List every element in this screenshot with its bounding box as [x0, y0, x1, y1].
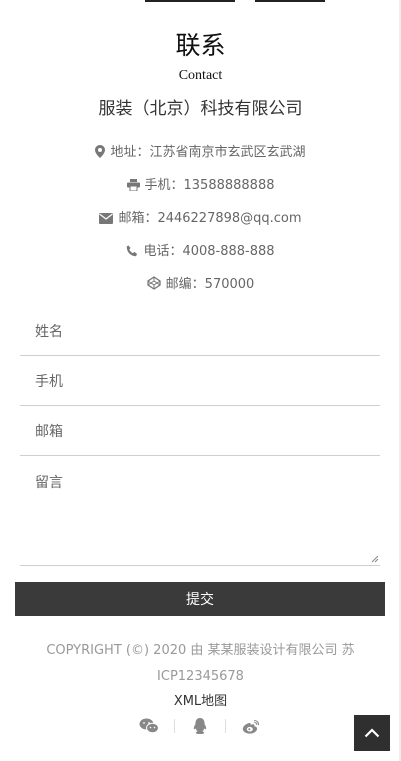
contact-address-text: 地址：江苏省南京市玄武区玄武湖 [110, 145, 306, 160]
name-input[interactable]: 姓名 [20, 306, 380, 356]
wechat-icon[interactable] [124, 718, 174, 734]
envelope-icon [99, 213, 114, 224]
message-textarea[interactable]: 留言 [20, 456, 380, 566]
contact-address: 地址：江苏省南京市玄武区玄武湖 [0, 144, 401, 162]
back-to-top-button[interactable] [354, 715, 390, 751]
contact-mobile-text: 手机：13588888888 [144, 178, 275, 193]
qq-icon[interactable] [175, 718, 225, 734]
codepen-icon [147, 276, 161, 290]
contact-form: 姓名 手机 邮箱 留言 [20, 306, 380, 566]
phone-icon [126, 245, 138, 257]
social-links [120, 716, 280, 736]
top-banner-edge [0, 0, 401, 2]
message-placeholder: 留言 [35, 475, 63, 491]
contact-email-text: 邮箱：2446227898@qq.com [118, 211, 302, 226]
resize-grip-icon[interactable] [371, 555, 379, 563]
company-name: 服装（北京）科技有限公司 [98, 99, 303, 119]
email-input[interactable]: 邮箱 [20, 406, 380, 456]
contact-mobile: 手机：13588888888 [0, 177, 401, 195]
weibo-icon[interactable] [226, 719, 276, 734]
contact-postcode-text: 邮编：570000 [165, 277, 255, 292]
submit-button[interactable]: 提交 [15, 582, 385, 616]
chevron-up-icon [364, 728, 380, 738]
map-marker-icon [95, 145, 106, 158]
contact-phone-text: 电话：4008-888-888 [143, 244, 275, 259]
contact-postcode: 邮编：570000 [0, 276, 401, 294]
printer-icon [126, 179, 140, 191]
contact-email: 邮箱：2446227898@qq.com [0, 210, 401, 228]
mobile-placeholder: 手机 [35, 373, 63, 390]
page-subtitle: Contact [178, 68, 223, 83]
page-title: 联系 [175, 31, 226, 60]
email-placeholder: 邮箱 [35, 423, 63, 440]
xml-sitemap-link[interactable]: XML地图 [0, 692, 401, 712]
section-heading: 联系 Contact [0, 30, 401, 85]
contact-phone: 电话：4008-888-888 [0, 243, 401, 261]
name-placeholder: 姓名 [35, 323, 63, 340]
mobile-input[interactable]: 手机 [20, 356, 380, 406]
copyright-text: COPYRIGHT (©) 2020 由 某某服装设计有限公司 苏ICP1234… [46, 643, 355, 684]
